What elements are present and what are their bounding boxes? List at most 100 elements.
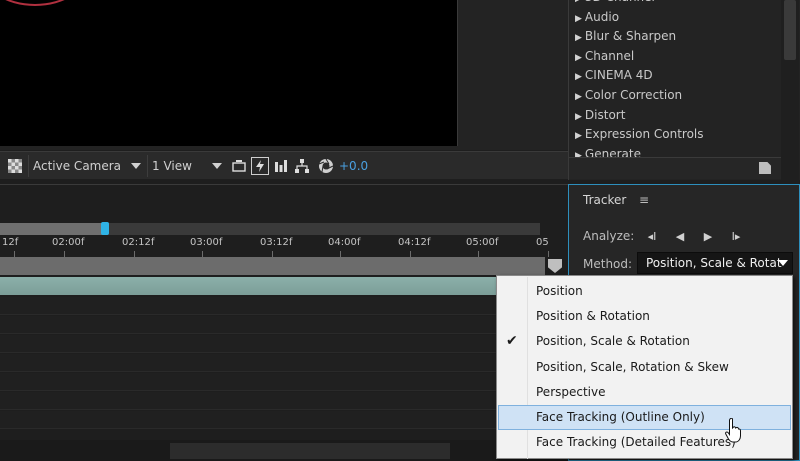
transparency-grid-icon[interactable] xyxy=(6,157,24,175)
effects-category-item[interactable]: ▶ Distort xyxy=(569,106,779,126)
method-option-label: Position, Scale & Rotation xyxy=(536,334,690,349)
analyze-label: Analyze: xyxy=(583,229,635,243)
time-navigator[interactable] xyxy=(0,257,545,275)
exposure-value[interactable]: +0.0 xyxy=(339,159,368,173)
fast-previews-icon[interactable] xyxy=(251,156,269,175)
ruler-tick-label: 12f xyxy=(2,237,19,248)
expand-triangle-icon[interactable]: ▶ xyxy=(575,14,582,24)
effects-category-item[interactable]: ▶ Blur & Sharpen xyxy=(569,27,779,47)
camera-select-label: Active Camera xyxy=(33,158,122,173)
track-row xyxy=(0,354,568,372)
hand-cursor-icon xyxy=(725,418,741,443)
chevron-down-icon xyxy=(131,162,141,169)
effects-category-label: Color Correction xyxy=(584,87,683,102)
toolbar-divider xyxy=(147,154,148,177)
time-ruler[interactable]: 12f 02:00f 02:12f 03:00f 03:12f 04:00f 04:12f 0… xyxy=(0,237,549,257)
flowchart-icon[interactable] xyxy=(293,157,311,175)
effects-category-label: Channel xyxy=(584,48,635,63)
method-option-label: Perspective xyxy=(536,384,606,399)
view-layout-select[interactable]: 1 View xyxy=(152,159,224,173)
expand-triangle-icon[interactable]: ▶ xyxy=(575,92,582,102)
panel-title: Tracker xyxy=(583,193,627,207)
method-option[interactable]: Position xyxy=(498,279,791,304)
method-option-label: Position & Rotation xyxy=(536,309,650,324)
method-option-label: Position, Scale, Rotation & Skew xyxy=(536,359,729,374)
checkmark-icon: ✔ xyxy=(506,333,518,350)
ruler-tick-label: 03:00f xyxy=(190,237,223,248)
track-row xyxy=(0,316,568,334)
method-option-label: Position xyxy=(536,284,583,298)
effects-category-item[interactable]: ▶ CINEMA 4D xyxy=(569,66,779,86)
analyze-backward-button[interactable]: ◀ xyxy=(669,227,691,245)
analyze-buttons: ◂I ◀ ▶ I▸ xyxy=(641,227,747,245)
effects-scroll-thumb[interactable] xyxy=(784,0,796,60)
comp-end-marker[interactable] xyxy=(548,259,562,273)
expand-triangle-icon[interactable]: ▶ xyxy=(575,112,582,122)
method-label: Method: xyxy=(583,257,633,271)
reset-exposure-icon[interactable] xyxy=(317,157,335,175)
method-option-label: Face Tracking (Outline Only) xyxy=(536,410,705,424)
layer-duration-bar[interactable] xyxy=(0,277,568,295)
viewer-toolbar: Active Camera 1 View +0.0 xyxy=(0,151,568,179)
effects-category-label: CINEMA 4D xyxy=(584,68,653,83)
method-option[interactable]: Face Tracking (Outline Only) xyxy=(498,405,791,430)
analyze-back-one-frame-button[interactable]: ◂I xyxy=(641,227,663,245)
track-row xyxy=(0,373,568,391)
track-row xyxy=(0,411,568,429)
ruler-tick xyxy=(548,251,549,257)
effects-category-item[interactable]: ▶ Audio xyxy=(569,8,779,28)
ruler-tick-label: 02:00f xyxy=(52,237,85,248)
method-select-value: Position, Scale & Rotat xyxy=(646,256,782,270)
new-item-icon[interactable] xyxy=(759,162,771,174)
composition-canvas[interactable] xyxy=(0,0,458,146)
panel-menu-icon[interactable]: ≡ xyxy=(639,193,649,207)
effects-category-label: Expression Controls xyxy=(584,127,704,142)
chevron-down-icon xyxy=(212,162,222,169)
chevron-down-icon xyxy=(778,260,788,266)
expand-triangle-icon[interactable]: ▶ xyxy=(575,33,582,43)
analyze-forward-one-frame-button[interactable]: I▸ xyxy=(725,227,747,245)
work-area-range[interactable] xyxy=(0,223,104,235)
ruler-tick-label: 04:12f xyxy=(398,237,431,248)
effects-category-label: Audio xyxy=(584,9,620,24)
ruler-tick-label: 05 xyxy=(536,237,549,248)
ruler-tick-label: 04:00f xyxy=(328,237,361,248)
effects-presets-panel: ▶3D Channel▶Audio▶Blur & Sharpen▶Channel… xyxy=(568,0,800,180)
method-option[interactable]: Position, Scale, Rotation & Skew xyxy=(498,355,791,380)
expand-triangle-icon[interactable]: ▶ xyxy=(575,131,582,141)
track-row xyxy=(0,297,568,315)
ruler-tick-label: 03:12f xyxy=(260,237,293,248)
expand-triangle-icon[interactable]: ▶ xyxy=(575,0,582,4)
red-ring-graphic xyxy=(0,0,90,6)
method-option[interactable]: Position & Rotation xyxy=(498,304,791,329)
method-dropdown-menu: Position Position & Rotation ✔ Position, Sc… xyxy=(496,275,793,459)
method-option-label: Face Tracking (Detailed Features) xyxy=(536,435,736,450)
analyze-forward-button[interactable]: ▶ xyxy=(697,227,719,245)
effects-footer xyxy=(569,157,781,179)
expand-triangle-icon[interactable]: ▶ xyxy=(575,53,582,63)
ruler-tick-label: 05:00f xyxy=(466,237,499,248)
track-row xyxy=(0,392,568,410)
toggle-pixel-aspect-icon[interactable] xyxy=(230,157,248,175)
timeline-panel: 12f 02:00f 02:12f 03:00f 03:12f 04:00f 04:12f 0… xyxy=(0,184,568,461)
method-option[interactable]: ✔ Position, Scale & Rotation xyxy=(498,329,791,354)
toolbar-divider xyxy=(28,154,29,177)
method-option[interactable]: Perspective xyxy=(498,380,791,405)
view-layout-label: 1 View xyxy=(152,158,192,173)
camera-select[interactable]: Active Camera xyxy=(33,159,143,173)
ruler-tick-label: 02:12f xyxy=(122,237,155,248)
method-select[interactable]: Position, Scale & Rotat xyxy=(637,252,793,274)
track-row xyxy=(0,335,568,353)
effects-category-item[interactable]: ▶ Color Correction xyxy=(569,86,779,106)
expand-triangle-icon[interactable]: ▶ xyxy=(575,72,582,82)
effects-category-label: Distort xyxy=(584,107,626,122)
timeline-scroll-thumb[interactable] xyxy=(170,443,450,459)
effects-category-label: Blur & Sharpen xyxy=(584,29,677,44)
method-option[interactable]: Face Tracking (Detailed Features) xyxy=(498,430,791,455)
timeline-icon[interactable] xyxy=(272,157,290,175)
effects-category-item[interactable]: ▶3D Channel xyxy=(569,0,779,8)
current-time-indicator[interactable] xyxy=(101,222,109,235)
effects-category-item[interactable]: ▶ Expression Controls xyxy=(569,125,779,145)
effects-category-item[interactable]: ▶ Channel xyxy=(569,47,779,67)
composition-viewer xyxy=(0,0,568,150)
